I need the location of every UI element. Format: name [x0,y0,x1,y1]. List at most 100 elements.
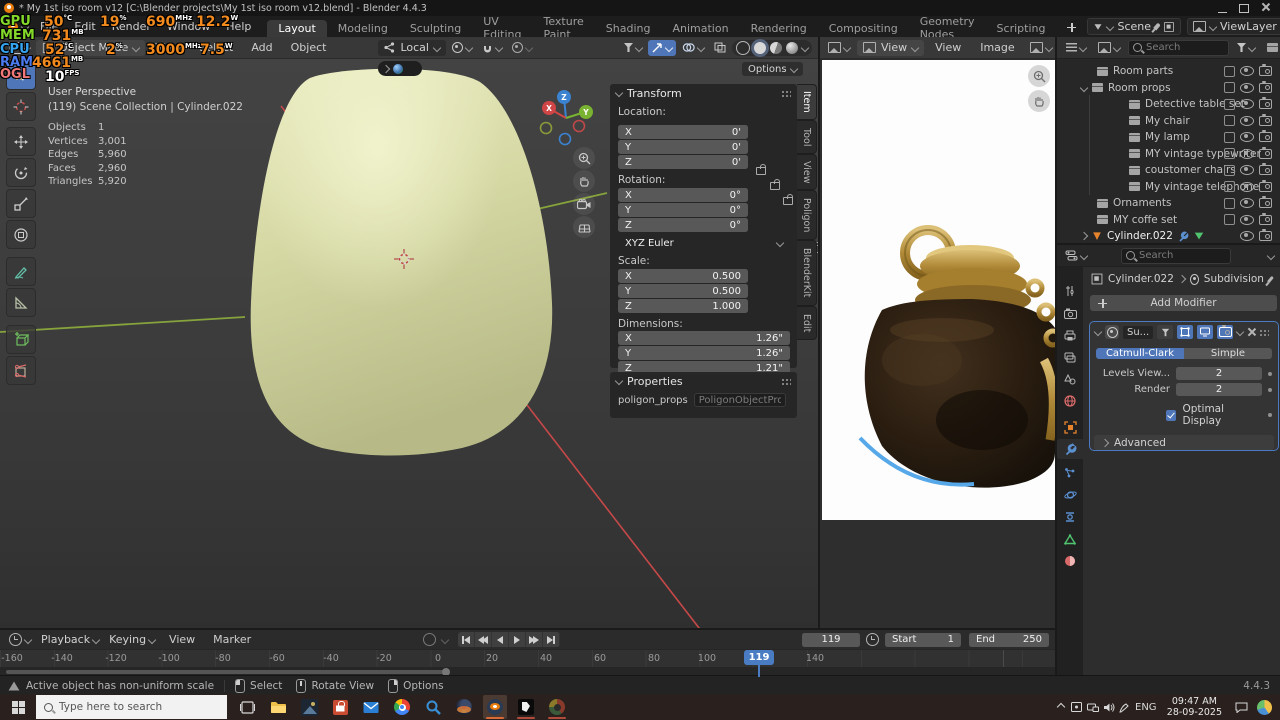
modifier-realtime-toggle[interactable] [1197,325,1213,339]
outliner-display-mode[interactable] [1062,40,1090,56]
tool-annotate[interactable] [6,257,36,286]
outliner-row-active[interactable]: Cylinder.022 [1081,228,1280,244]
chrome-icon[interactable] [390,695,414,719]
tab-render[interactable] [1057,303,1083,323]
pin-icon[interactable] [1267,275,1274,282]
breadcrumb-modifier[interactable]: Subdivision [1204,273,1264,285]
lock-icon[interactable] [770,182,780,190]
outliner-row[interactable]: MY vintage typewriter [1129,146,1280,162]
modifier-on-cage-toggle[interactable] [1157,325,1173,339]
tab-compositing[interactable]: Compositing [818,20,909,37]
shading-wireframe-button[interactable] [736,41,750,55]
tool-cut-addon[interactable] [6,356,36,385]
hide-icon[interactable] [1240,182,1254,192]
show-overlays-button[interactable] [678,40,708,56]
exclude-checkbox[interactable] [1224,165,1235,176]
rotation-y-field[interactable]: Y0° [618,203,748,217]
current-frame-field[interactable]: 119 [802,633,860,647]
exclude-checkbox[interactable] [1224,115,1235,126]
outliner-row[interactable]: My vintage telephone [1129,179,1280,195]
properties-search-input[interactable] [1139,249,1215,263]
hide-icon[interactable] [1240,149,1254,159]
file-explorer-icon[interactable] [266,695,290,719]
tool-cursor[interactable] [6,92,36,121]
tray-chevron-icon[interactable] [1053,704,1069,710]
menu-window[interactable]: Window [159,20,218,33]
hide-icon[interactable] [1240,231,1254,241]
object-visibility-button[interactable] [620,40,646,56]
editor-type-button[interactable] [5,40,34,56]
maximize-button[interactable] [1239,4,1249,13]
task-view-button[interactable] [235,695,259,719]
editor-type-button[interactable] [824,40,854,56]
hide-icon[interactable] [1240,83,1254,93]
modifier-name-field[interactable]: Su... [1123,326,1153,339]
exclude-checkbox[interactable] [1224,82,1235,93]
poligon-props-field[interactable] [694,393,786,407]
scene-selector[interactable]: Scene [1087,18,1181,35]
exclude-checkbox[interactable] [1224,66,1235,77]
tool-rotate[interactable] [6,158,36,187]
tray-window-icon[interactable] [1069,702,1085,712]
disable-render-icon[interactable] [1259,198,1272,208]
tray-volume-icon[interactable] [1101,702,1117,713]
rotation-x-field[interactable]: X0° [618,188,748,202]
outliner-filter-button[interactable] [1233,40,1259,56]
image-pan-button[interactable] [1028,90,1050,112]
tray-pen-icon[interactable] [1117,702,1133,713]
image-datablock-button[interactable] [1026,40,1056,56]
image-menu-view[interactable]: View [927,41,969,54]
expand-icon[interactable] [1080,232,1088,240]
disable-render-icon[interactable] [1259,182,1272,192]
modifier-edit-mode-toggle[interactable] [1177,325,1193,339]
lock-icon[interactable] [783,197,793,205]
timeline-scrollbar[interactable] [6,670,446,674]
tab-shading[interactable]: Shading [595,20,662,37]
hide-icon[interactable] [1240,99,1254,109]
new-collection-button[interactable] [1263,40,1280,56]
tab-scene[interactable] [1057,369,1083,389]
viewport-menu-select[interactable]: Select [191,41,241,54]
tab-tool[interactable] [1057,281,1083,301]
animate-dot[interactable] [1268,413,1272,417]
outliner-row[interactable]: MY coffe set [1097,212,1280,228]
tab-animation[interactable]: Animation [661,20,739,37]
auto-keying-button[interactable] [423,633,436,646]
hide-icon[interactable] [1240,116,1254,126]
tab-scripting[interactable]: Scripting [986,20,1057,37]
start-frame-field[interactable]: Start1 [885,633,961,647]
tab-rendering[interactable]: Rendering [740,20,818,37]
lock-icon[interactable] [756,167,766,175]
tool-transform[interactable] [6,220,36,249]
outliner-filter-mode[interactable] [1094,40,1124,56]
taskbar-search[interactable]: Type here to search [36,695,227,719]
exclude-checkbox[interactable] [1224,148,1235,159]
properties-options-button[interactable] [1264,248,1278,264]
menu-edit[interactable]: Edit [66,20,103,33]
tool-add-primitive[interactable] [6,325,36,354]
scale-x-field[interactable]: X0.500 [618,269,748,283]
navigation-gizmo[interactable]: Z X Y [534,84,598,148]
hide-icon[interactable] [1240,165,1254,175]
tray-clock[interactable]: 09:47 AM 28-09-2025 [1167,696,1222,718]
tab-particles[interactable] [1057,463,1083,483]
hide-icon[interactable] [1240,132,1254,142]
image-menu-image[interactable]: Image [972,41,1022,54]
next-keyframe-button[interactable] [526,632,543,647]
outliner-row[interactable]: My lamp [1129,129,1280,145]
tab-modeling[interactable]: Modeling [327,20,399,37]
tray-language[interactable]: ENG [1133,702,1159,713]
tab-constraints[interactable] [1057,507,1083,527]
viewport-camera-view-button[interactable] [573,193,595,215]
properties-editor-type[interactable] [1061,248,1091,264]
tab-object[interactable] [1057,417,1083,437]
shading-material-button[interactable] [770,42,782,54]
menu-render[interactable]: Render [104,20,159,33]
location-z-field[interactable]: Z0' [618,155,748,169]
tool-select-box[interactable] [6,61,36,90]
simple-button[interactable]: Simple [1184,348,1272,359]
tab-output[interactable] [1057,325,1083,345]
browser-dark-icon[interactable] [452,695,476,719]
collapse-icon[interactable] [615,377,623,385]
disable-render-icon[interactable] [1259,231,1272,241]
